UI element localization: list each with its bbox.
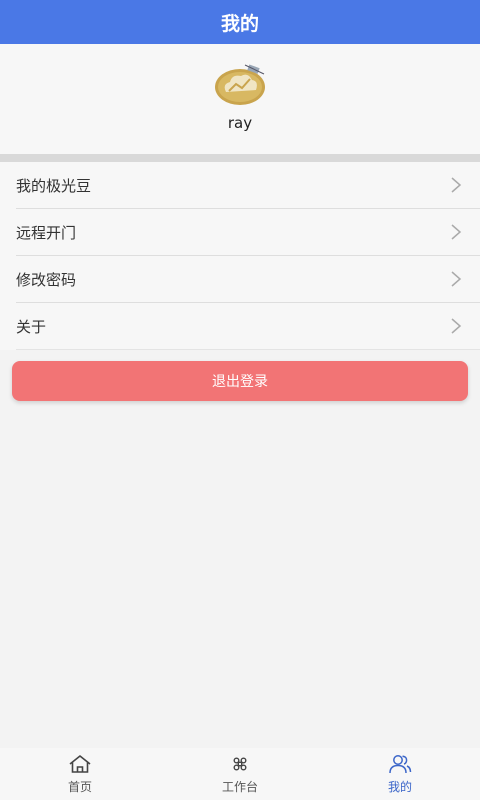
command-icon — [233, 757, 247, 771]
menu-item-change-password[interactable]: 修改密码 — [16, 256, 480, 303]
menu-item-label: 修改密码 — [16, 270, 77, 289]
menu-item-label: 远程开门 — [16, 223, 77, 242]
home-icon — [69, 755, 91, 773]
logout-button[interactable]: 退出登录 — [12, 361, 468, 401]
tab-workbench[interactable]: 工作台 — [160, 748, 320, 800]
page-title: 我的 — [220, 12, 259, 35]
section-divider — [0, 154, 480, 162]
menu-item-label: 我的极光豆 — [16, 176, 92, 195]
tab-mine[interactable]: 我的 — [320, 748, 480, 800]
chevron-right-icon — [451, 271, 462, 287]
profile-section: ray — [0, 44, 480, 154]
tab-label: 我的 — [387, 780, 412, 794]
bottom-tab-bar: 首页 工作台 我的 — [0, 748, 480, 800]
chevron-right-icon — [451, 318, 462, 334]
menu-item-about[interactable]: 关于 — [16, 303, 480, 350]
settings-menu: 我的极光豆 远程开门 修改密码 关于 — [0, 162, 480, 350]
app-header: 我的 — [0, 0, 480, 44]
menu-item-jiguang-beans[interactable]: 我的极光豆 — [16, 162, 480, 209]
menu-item-label: 关于 — [16, 317, 47, 336]
username: ray — [227, 114, 253, 132]
users-icon — [389, 755, 412, 774]
tab-label: 工作台 — [221, 780, 258, 794]
chevron-right-icon — [451, 177, 462, 193]
tab-home[interactable]: 首页 — [0, 748, 160, 800]
tab-label: 首页 — [67, 780, 92, 794]
menu-item-remote-open-door[interactable]: 远程开门 — [16, 209, 480, 256]
chevron-right-icon — [451, 224, 462, 240]
cloud-house-logo-icon[interactable] — [212, 62, 268, 108]
